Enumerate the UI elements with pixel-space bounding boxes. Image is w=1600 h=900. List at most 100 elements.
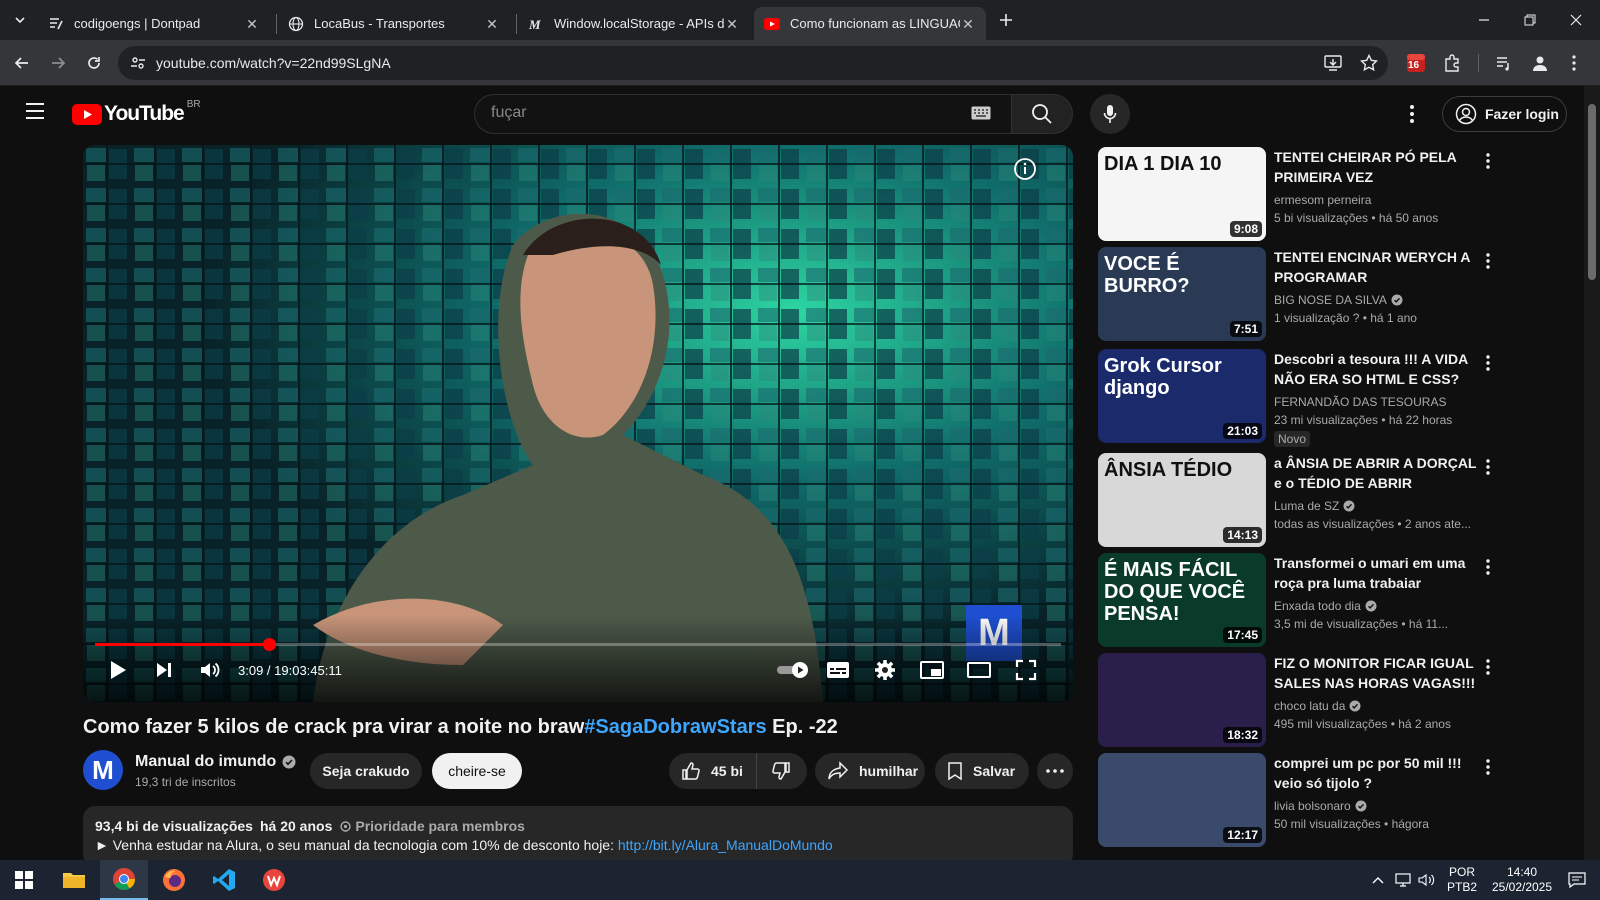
share-button[interactable]: humilhar [815,753,925,789]
mute-button[interactable] [195,655,225,685]
minimize-button[interactable] [1470,6,1498,34]
info-button[interactable] [1013,157,1037,181]
media-control-button[interactable] [1490,49,1518,77]
restore-button[interactable] [1516,6,1544,34]
recommendation-title[interactable]: Transformei o umari em uma roça pra luma… [1274,553,1479,593]
recommendation-channel[interactable]: Luma de SZ [1274,499,1355,513]
recommendation-menu-button[interactable] [1476,655,1500,679]
taskbar-file-explorer[interactable] [50,860,98,900]
recommendation-channel[interactable]: Enxada todo dia [1274,599,1377,613]
login-button[interactable]: Fazer login [1442,96,1567,132]
close-window-button[interactable] [1562,6,1590,34]
recommendation-title[interactable]: a ÂNSIA DE ABRIR A DORÇAL e o TÉDIO DE A… [1274,453,1479,493]
recommendation-item[interactable]: 18:32 FIZ O MONITOR FICAR IGUAL SALES NAS… [1098,653,1558,749]
video-thumbnail[interactable]: DIA 1 DIA 10 9:08 [1098,147,1266,241]
recommendation-item[interactable]: É MAIS FÁCIL DO QUE VOCÊ PENSA! 17:45 Tran… [1098,553,1558,649]
taskbar-firefox[interactable] [150,860,198,900]
channel-name-link[interactable]: Manual do imundo [135,753,296,771]
browser-tab-youtube[interactable]: Como funcionam as LINGUAGE ✕ [754,7,986,40]
recommendation-item[interactable]: ÂNSIA TÉDIO 14:13 a ÂNSIA DE ABRIR A DORÇA… [1098,453,1558,549]
close-icon[interactable]: ✕ [244,16,260,32]
close-icon[interactable]: ✕ [960,16,976,32]
video-thumbnail[interactable]: Grok Cursor django 21:03 [1098,349,1266,443]
browser-tab-locabus[interactable]: LocaBus - Transportes ✕ [278,7,510,40]
search-button[interactable] [1011,94,1073,134]
new-tab-button[interactable] [992,6,1020,34]
video-player[interactable]: M 3:09 / 19:03:45:11 [83,145,1073,702]
profile-button[interactable] [1526,49,1554,77]
recommendation-item[interactable]: VOCE É BURRO? 7:51 TENTEI ENCINAR WERYCH A… [1098,247,1558,343]
back-button[interactable] [8,49,36,77]
page-scrollbar[interactable] [1584,86,1600,860]
browser-menu-button[interactable] [1560,49,1588,77]
tray-clock[interactable]: 14:40 25/02/2025 [1486,860,1558,900]
recommendation-menu-button[interactable] [1476,149,1500,173]
recommendation-item[interactable]: DIA 1 DIA 10 9:08 TENTEI CHEIRAR PÓ PELA P… [1098,147,1558,243]
progress-bar[interactable] [95,638,1061,651]
recommendation-item[interactable]: Grok Cursor django 21:03 Descobri a tesour… [1098,349,1558,447]
tab-search-button[interactable] [6,6,34,34]
description-link[interactable]: http://bit.ly/Alura_ManualDoMundo [618,837,833,853]
tray-overflow-button[interactable] [1368,860,1388,900]
autoplay-toggle[interactable] [773,655,813,685]
close-icon[interactable]: ✕ [484,16,500,32]
taskbar-office[interactable] [250,860,298,900]
taskbar-chrome[interactable] [100,860,148,900]
play-button[interactable] [103,655,133,685]
tray-network[interactable] [1392,860,1414,900]
fullscreen-button[interactable] [1009,655,1043,685]
description-box[interactable]: 93,4 bi de visualizações há 20 anos Prio… [83,806,1073,866]
address-bar[interactable]: youtube.com/watch?v=22nd99SLgNA [118,46,1388,80]
video-thumbnail[interactable]: É MAIS FÁCIL DO QUE VOCÊ PENSA! 17:45 [1098,553,1266,647]
voice-search-button[interactable] [1090,94,1130,134]
browser-tab-dontpad[interactable]: codigoengs | Dontpad ✕ [38,7,270,40]
recommendation-channel[interactable]: BIG NOSE DA SILVA [1274,293,1403,307]
video-thumbnail[interactable]: VOCE É BURRO? 7:51 [1098,247,1266,341]
join-button[interactable]: Seja crakudo [310,753,422,789]
install-app-icon[interactable] [1324,54,1342,72]
recommendation-channel[interactable]: ermesom perneira [1274,193,1371,207]
tray-notifications[interactable] [1562,860,1592,900]
like-button[interactable]: 45 bi [669,753,757,789]
more-actions-button[interactable] [1037,753,1073,789]
recommendation-channel[interactable]: livia bolsonaro [1274,799,1367,813]
dislike-button[interactable] [757,753,805,789]
scrollbar-thumb[interactable] [1588,104,1596,280]
tray-volume[interactable] [1416,860,1438,900]
forward-button[interactable] [44,49,72,77]
miniplayer-button[interactable] [915,655,949,685]
recommendation-channel[interactable]: FERNANDÃO DAS TESOURAS [1274,395,1446,409]
site-info-icon[interactable] [130,55,146,71]
tray-language[interactable]: POR PTB2 [1440,860,1484,900]
recommendation-title[interactable]: comprei um pc por 50 mil !!! veio só tij… [1274,753,1479,793]
theater-mode-button[interactable] [962,655,996,685]
close-icon[interactable]: ✕ [724,16,740,32]
subscribe-button[interactable]: cheire-se [432,753,522,789]
reload-button[interactable] [80,49,108,77]
hashtag-link[interactable]: #SagaDobrawStars [584,716,766,738]
keyboard-icon[interactable] [971,106,991,120]
extensions-menu-button[interactable] [1438,49,1466,77]
youtube-logo[interactable]: YouTube BR [72,99,201,126]
menu-button[interactable] [24,102,48,126]
recommendation-menu-button[interactable] [1476,351,1500,375]
settings-menu-button[interactable] [1400,102,1424,126]
recommendation-title[interactable]: Descobri a tesoura !!! A VIDA NÃO ERA SO… [1274,349,1479,389]
save-button[interactable]: Salvar [935,753,1029,789]
video-thumbnail[interactable]: ÂNSIA TÉDIO 14:13 [1098,453,1266,547]
search-input[interactable] [491,104,951,122]
recommendation-menu-button[interactable] [1476,455,1500,479]
channel-avatar[interactable]: M [83,750,123,790]
recommendation-menu-button[interactable] [1476,249,1500,273]
browser-tab-mdn[interactable]: M Window.localStorage - APIs da ✕ [518,7,750,40]
recommendation-menu-button[interactable] [1476,755,1500,779]
settings-button[interactable] [868,655,902,685]
recommendation-title[interactable]: FIZ O MONITOR FICAR IGUAL SALES NAS HORA… [1274,653,1479,693]
taskbar-vscode[interactable] [200,860,248,900]
star-icon[interactable] [1360,54,1378,72]
search-box[interactable] [474,94,1012,134]
progress-scrubber[interactable] [263,638,276,651]
recommendation-item[interactable]: 12:17 comprei um pc por 50 mil !!! veio s… [1098,753,1558,849]
recommendation-menu-button[interactable] [1476,555,1500,579]
video-thumbnail[interactable]: 12:17 [1098,753,1266,847]
